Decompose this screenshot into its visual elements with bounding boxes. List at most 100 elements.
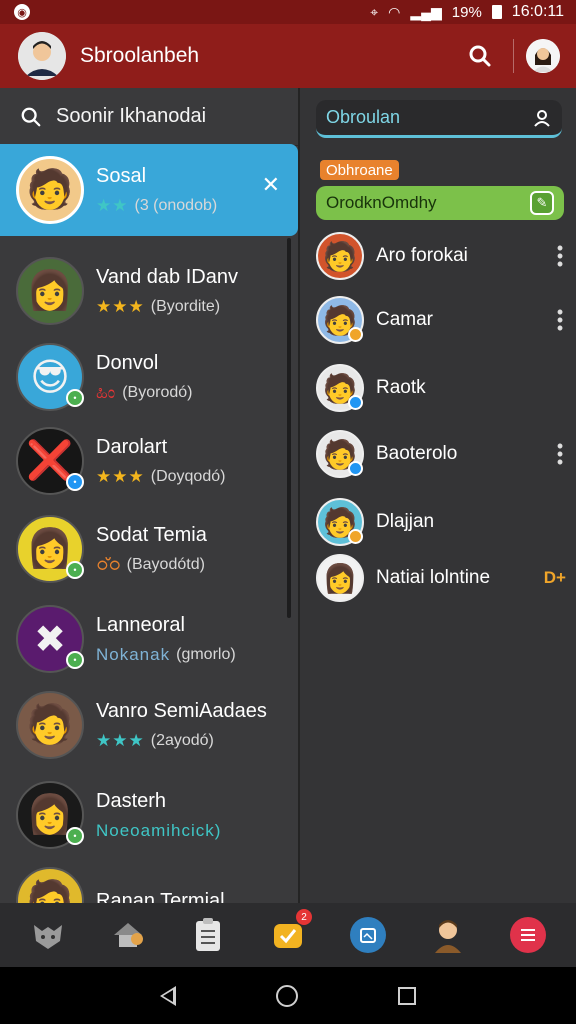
contact-row[interactable]: 🧑 Ranan Termial: [0, 858, 298, 903]
member-extra-badge: D+: [543, 568, 566, 587]
contact-meta: ഠ്ഠ (Bayodótd): [96, 555, 298, 575]
nav-notes-button[interactable]: [186, 913, 230, 957]
profile-button[interactable]: [526, 39, 560, 73]
contact-row[interactable]: 🧑 Sosal ★★ (3 (onodob) ✕: [0, 144, 298, 236]
person-icon: [534, 109, 550, 127]
contact-row[interactable]: ✖ • Lanneoral Nokanak (gmorlo): [0, 596, 298, 682]
member-row[interactable]: 🧑 Aro forokai • • •: [316, 228, 566, 284]
contact-search[interactable]: Soonir Ikhanodai: [0, 88, 298, 146]
group-pill[interactable]: OrodknOmdhy ✎: [316, 186, 564, 220]
member-name: Camar: [376, 309, 434, 330]
app-bar-divider: [513, 39, 514, 73]
contact-avatar: 🧑: [16, 867, 84, 903]
contact-row[interactable]: ❌ • Darolart ★★★ (Doyqodó): [0, 418, 298, 504]
profile-avatar-icon: [526, 39, 560, 73]
contact-row[interactable]: 👩 • Sodat Temia ഠ്ഠ (Bayodótd): [0, 506, 298, 592]
member-avatar: 🧑: [316, 232, 364, 280]
contact-subtitle: (Byordite): [150, 297, 221, 315]
person-avatar-icon: [435, 920, 461, 953]
back-icon[interactable]: [160, 985, 176, 1006]
wifi-icon: ◠: [388, 3, 401, 20]
contact-search-text: Soonir Ikhanodai: [56, 105, 207, 127]
signal-icon: ▂▄▆: [410, 3, 442, 20]
close-icon[interactable]: ✕: [262, 172, 280, 198]
contact-row[interactable]: 👩 Vand dab IDanv ★★★ (Byordite): [0, 248, 298, 334]
contact-subtitle: (2ayodó): [150, 731, 214, 749]
member-row[interactable]: 🧑 Camar • • •: [316, 292, 566, 348]
contact-meta: ★★★ (2ayodó): [96, 731, 298, 751]
contact-meta: ಹಿಂ (Byorodó): [96, 383, 298, 403]
status-left: ◉: [14, 4, 30, 20]
home-circle-icon[interactable]: [276, 984, 298, 1007]
contact-meta: ★★★ (Doyqodó): [96, 467, 298, 487]
battery-icon: [491, 5, 502, 19]
clipboard-icon: [196, 918, 220, 951]
member-row[interactable]: 🧑 Dlajjan: [316, 494, 566, 550]
rating-stars: ★★: [96, 195, 129, 215]
member-row[interactable]: 🧑 Baoterolo • • •: [316, 426, 566, 482]
contact-row[interactable]: 🧑 Vanro SemiAadaes ★★★ (2ayodó): [0, 682, 298, 768]
location-icon: ⌖: [370, 3, 379, 20]
status-badge: •: [66, 651, 84, 669]
member-row[interactable]: 👩 Natiai lolntine D+: [316, 550, 566, 606]
contact-body: Donvol ಹಿಂ (Byorodó): [96, 352, 298, 403]
rating-stars: Noeoamihcick): [96, 820, 222, 840]
group-search-input[interactable]: Obroulan: [316, 100, 562, 138]
contact-row[interactable]: 😎 • Donvol ಹಿಂ (Byorodó): [0, 334, 298, 420]
rating-stars: ★★★: [96, 466, 145, 486]
recent-apps-icon[interactable]: [398, 986, 416, 1005]
member-row[interactable]: 🧑 Raotk: [316, 360, 566, 416]
contact-subtitle: (Byorodó): [122, 383, 193, 401]
person-avatar-icon: [18, 32, 66, 80]
search-button[interactable]: [465, 41, 495, 71]
nav-menu-button[interactable]: [506, 913, 550, 957]
member-avatar: 🧑: [316, 296, 364, 344]
contact-name: Darolart: [96, 435, 168, 458]
scrollbar[interactable]: [287, 238, 291, 618]
contact-row[interactable]: 👩 • Dasterh Noeoamihcick): [0, 772, 298, 858]
fox-icon: [34, 925, 62, 949]
contact-avatar: 😎 •: [16, 343, 84, 411]
app-logo-icon: ◉: [14, 4, 30, 20]
tasks-badge: 2: [296, 909, 312, 925]
nav-calendar-button[interactable]: [346, 913, 390, 957]
member-name: Aro forokai: [376, 245, 468, 266]
conversation-list-panel: Soonir Ikhanodai 🧑 Sosal ★★ (3 (onodob) ✕ 👩 Va…: [0, 88, 298, 903]
contact-subtitle: (gmorlo): [176, 645, 236, 663]
menu-icon: [510, 917, 546, 953]
member-avatar: 🧑: [316, 430, 364, 478]
status-badge: •: [66, 473, 84, 491]
contact-body: Lanneoral Nokanak (gmorlo): [96, 614, 298, 665]
user-avatar[interactable]: [18, 32, 66, 80]
contact-subtitle: (Doyqodó): [150, 467, 226, 485]
contact-name: Sodat Temia: [96, 523, 207, 546]
contact-body: Vanro SemiAadaes ★★★ (2ayodó): [96, 700, 298, 751]
status-badge: •: [66, 389, 84, 407]
nav-groups-button[interactable]: [26, 913, 70, 957]
nav-tasks-button[interactable]: 2: [266, 909, 312, 957]
contact-subtitle: (Bayodótd): [126, 555, 205, 573]
more-vert-icon[interactable]: • • •: [554, 437, 566, 471]
status-badge: •: [66, 827, 84, 845]
contact-name: Donvol: [96, 351, 159, 374]
status-badge: [348, 461, 363, 476]
status-badge: [348, 529, 363, 544]
status-badge: [348, 395, 363, 410]
contact-meta: Nokanak (gmorlo): [96, 645, 298, 665]
edit-icon[interactable]: ✎: [530, 191, 554, 215]
system-nav-bar: [0, 967, 576, 1024]
more-vert-icon[interactable]: • • •: [554, 303, 566, 337]
contact-subtitle: (3 (onodob): [134, 196, 218, 214]
member-name: Raotk: [376, 377, 426, 398]
nav-profile-button[interactable]: [426, 913, 470, 957]
rating-stars: Nokanak: [96, 644, 171, 664]
group-search-text: Obroulan: [326, 107, 401, 127]
contact-name: Lanneoral: [96, 613, 185, 636]
bottom-nav: 2: [0, 903, 576, 967]
status-badge: [348, 327, 363, 342]
more-vert-icon[interactable]: • • •: [554, 239, 566, 273]
nav-home-button[interactable]: [106, 913, 150, 957]
contact-body: Sodat Temia ഠ്ഠ (Bayodótd): [96, 524, 298, 575]
member-avatar: 👩: [316, 554, 364, 602]
rating-stars: ಹಿಂ: [96, 382, 117, 402]
